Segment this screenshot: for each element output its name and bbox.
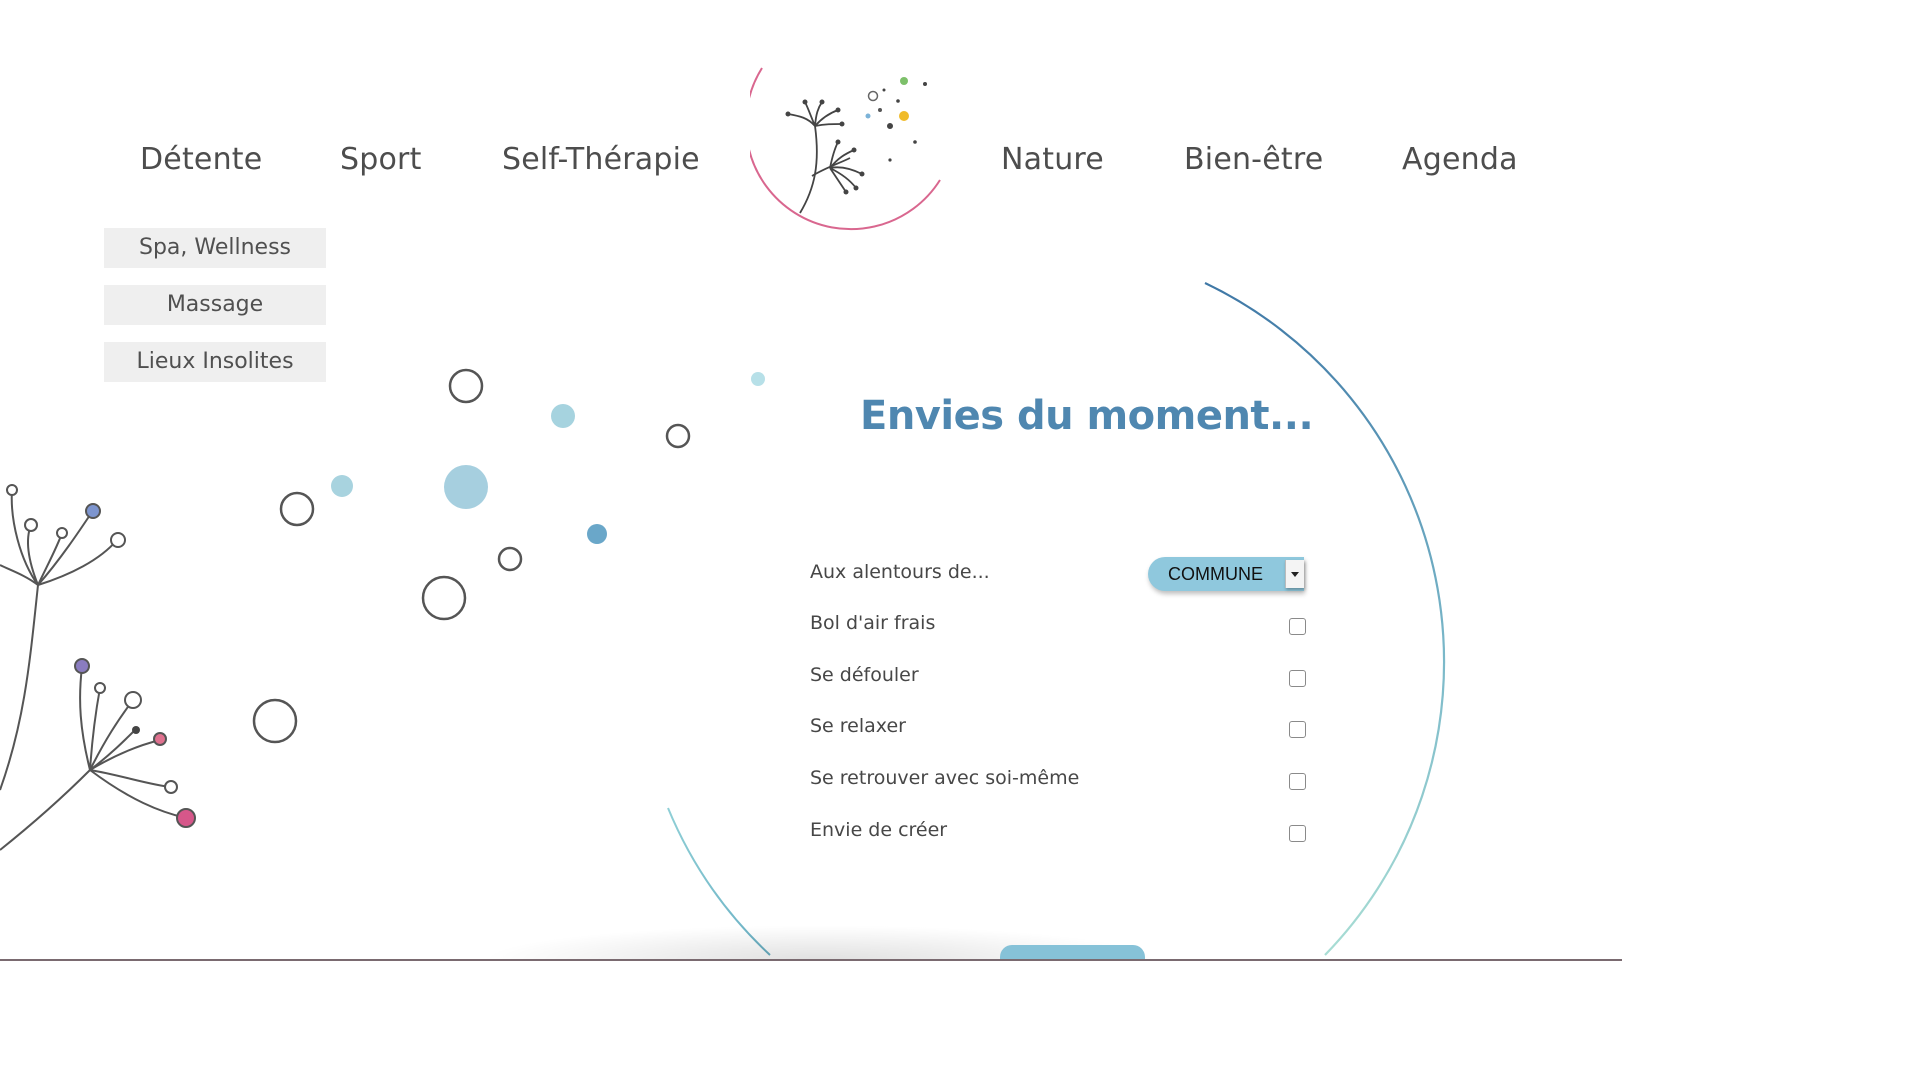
page: Détente Sport Self-Thérapie Nature Bien-… xyxy=(0,0,1920,1080)
option-label-se-relaxer: Se relaxer xyxy=(810,715,906,737)
large-circle-frame xyxy=(667,282,1446,956)
bubble xyxy=(665,423,691,449)
bubble xyxy=(497,546,523,572)
bubble xyxy=(252,698,298,744)
submenu-item-spa-wellness[interactable]: Spa, Wellness xyxy=(104,228,326,268)
submenu-item-massage[interactable]: Massage xyxy=(104,285,326,325)
bubble xyxy=(551,404,575,428)
nav-item-detente[interactable]: Détente xyxy=(140,142,262,177)
nav-item-sport[interactable]: Sport xyxy=(340,142,422,177)
option-label-se-retrouver: Se retrouver avec soi-même xyxy=(810,767,1080,789)
dropdown-arrow-icon[interactable] xyxy=(1285,560,1304,588)
dandelion-illustration xyxy=(0,484,196,851)
dandelion-logo-icon[interactable] xyxy=(750,58,950,248)
nav-item-bien-etre[interactable]: Bien-être xyxy=(1184,142,1323,177)
bubble xyxy=(587,524,607,544)
checkbox-envie-de-creer[interactable] xyxy=(1289,825,1306,842)
decorative-background xyxy=(0,282,1446,956)
bubble xyxy=(421,575,467,621)
nav-item-self-therapie[interactable]: Self-Thérapie xyxy=(502,142,700,177)
bubble xyxy=(279,491,315,527)
bottom-divider xyxy=(0,959,1622,961)
search-button[interactable] xyxy=(1000,945,1145,959)
checkbox-se-relaxer[interactable] xyxy=(1289,721,1306,738)
section-title: Envies du moment... xyxy=(860,393,1314,439)
location-label: Aux alentours de... xyxy=(810,561,990,583)
option-label-envie-de-creer: Envie de créer xyxy=(810,819,948,841)
bubble xyxy=(751,372,765,386)
checkbox-se-defouler[interactable] xyxy=(1289,670,1306,687)
checkbox-se-retrouver[interactable] xyxy=(1289,773,1306,790)
nav-item-nature[interactable]: Nature xyxy=(1001,142,1104,177)
bubbles xyxy=(252,368,765,744)
bubble xyxy=(331,475,353,497)
submenu-item-lieux-insolites[interactable]: Lieux Insolites xyxy=(104,342,326,382)
commune-select-value: COMMUNE xyxy=(1168,564,1263,584)
option-label-bol-d-air-frais: Bol d'air frais xyxy=(810,612,936,634)
option-label-se-defouler: Se défouler xyxy=(810,664,919,686)
bubble xyxy=(448,368,484,404)
checkbox-bol-d-air-frais[interactable] xyxy=(1289,618,1306,635)
bubble xyxy=(444,465,488,509)
nav-item-agenda[interactable]: Agenda xyxy=(1402,142,1518,177)
commune-select[interactable]: COMMUNE xyxy=(1148,557,1304,591)
